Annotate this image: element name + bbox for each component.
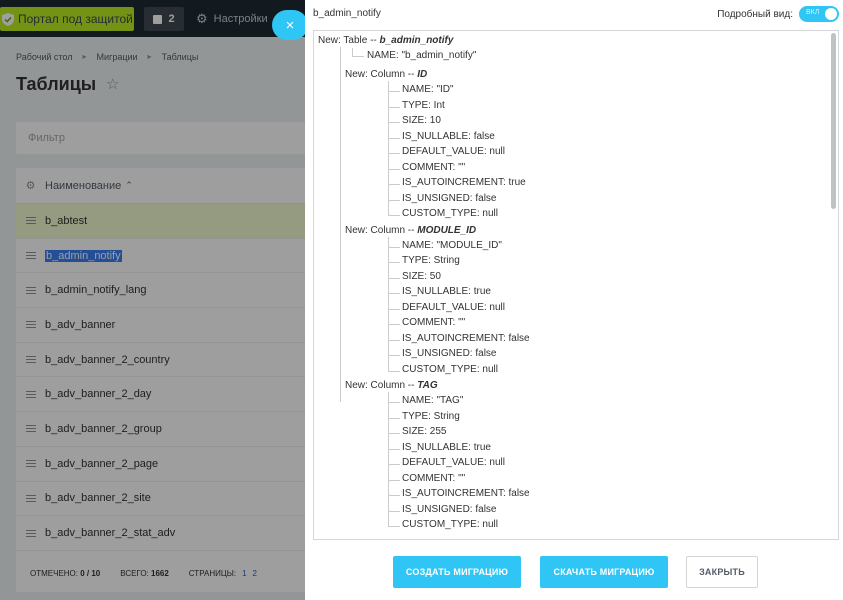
tree-attribute: SIZE: 10	[402, 115, 441, 127]
tree-attribute: NAME: "ID"	[402, 84, 454, 96]
tree-attribute: NAME: "b_admin_notify"	[367, 50, 477, 61]
scrollbar[interactable]	[831, 33, 837, 539]
tree-attribute: IS_UNSIGNED: false	[402, 503, 497, 515]
detail-view-toggle[interactable]: ВКЛ	[799, 6, 839, 22]
tree-attribute: DEFAULT_VALUE: null	[402, 457, 506, 469]
tree-attribute: NAME: "TAG"	[402, 395, 464, 407]
tree-attribute: COMMENT: ""	[402, 472, 466, 484]
tree-attribute: CUSTOM_TYPE: null	[402, 208, 498, 220]
panel-title: b_admin_notify	[313, 8, 381, 19]
tree-attribute: IS_AUTOINCREMENT: true	[402, 177, 526, 189]
detail-view-control: Подробный вид: ВКЛ	[717, 6, 839, 22]
tree-attribute: DEFAULT_VALUE: null	[402, 146, 506, 158]
tree-attribute: DEFAULT_VALUE: null	[402, 301, 506, 313]
tree-column-node: New: Column -- TAG	[345, 380, 438, 391]
scrollbar-thumb[interactable]	[831, 33, 836, 209]
tree-attribute: SIZE: 50	[402, 270, 441, 282]
tree-attribute: COMMENT: ""	[402, 317, 466, 329]
tree-attribute: SIZE: 255	[402, 426, 447, 438]
tree-attribute: IS_AUTOINCREMENT: false	[402, 488, 530, 500]
create-migration-button[interactable]: СОЗДАТЬ МИГРАЦИЮ	[393, 556, 521, 588]
panel-actions: СОЗДАТЬ МИГРАЦИЮ СКАЧАТЬ МИГРАЦИЮ ЗАКРЫТ…	[305, 556, 843, 588]
tree-attribute: IS_NULLABLE: false	[402, 130, 495, 142]
tree-attribute: TYPE: Int	[402, 99, 445, 111]
tree-table-name: b_admin_notify	[379, 35, 454, 46]
tree-attribute: CUSTOM_TYPE: null	[402, 363, 498, 375]
tree-attribute: IS_UNSIGNED: false	[402, 192, 497, 204]
tree-attribute: TYPE: String	[402, 410, 460, 422]
migration-panel: b_admin_notify Подробный вид: ВКЛ New: T…	[305, 0, 843, 600]
tree-table-node: New: Table -- b_admin_notify	[318, 35, 453, 47]
tree-table-prefix: New: Table --	[318, 35, 380, 46]
detail-view-label: Подробный вид:	[717, 8, 793, 20]
tree-attribute: IS_NULLABLE: true	[402, 286, 491, 298]
tree-attribute: COMMENT: ""	[402, 161, 466, 173]
schema-tree-box[interactable]: New: Table -- b_admin_notify NAME: "b_adm…	[313, 30, 839, 540]
toggle-knob	[825, 8, 837, 20]
tree-attribute: IS_NULLABLE: true	[402, 441, 491, 453]
tree-attribute: IS_AUTOINCREMENT: false	[402, 332, 530, 344]
modal-overlay[interactable]	[0, 0, 305, 600]
tree-attribute: IS_UNSIGNED: false	[402, 348, 497, 360]
toggle-state-label: ВКЛ	[806, 9, 820, 16]
tree-attribute: CUSTOM_TYPE: null	[402, 519, 498, 531]
close-panel-button[interactable]: ×	[272, 10, 308, 40]
tree-attribute: TYPE: String	[402, 255, 460, 267]
tree-column-node: New: Column -- MODULE_ID	[345, 224, 477, 236]
tree-attribute: NAME: "MODULE_ID"	[402, 239, 502, 251]
close-button[interactable]: ЗАКРЫТЬ	[686, 556, 758, 588]
download-migration-button[interactable]: СКАЧАТЬ МИГРАЦИЮ	[540, 556, 668, 588]
tree-column-node: New: Column -- ID	[345, 69, 428, 80]
